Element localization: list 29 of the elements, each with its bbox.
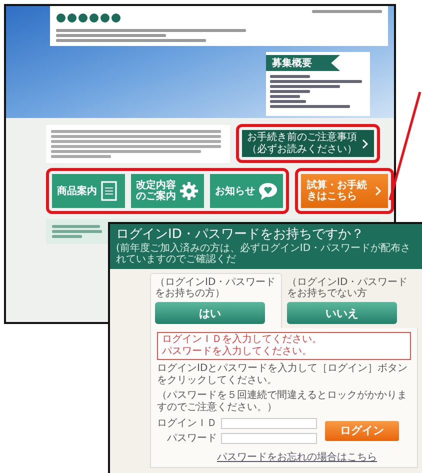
card-title: 募集概要 [266, 55, 340, 71]
dialog-title: ログインID・パスワードをお持ちですか？ [116, 227, 365, 242]
dialog-subtitle: (前年度ご加入済みの方は、必ずログインID・パスワードが配布されていますのでご確認くだ [116, 242, 412, 266]
option-tab[interactable]: （ログインID・パスワードをお持ちでない方 いいえ [282, 272, 414, 328]
gear-icon [179, 181, 199, 201]
notice-button[interactable]: お手続き前のご注意事項 （必ずお読みください） [242, 130, 374, 157]
field-label: パスワード [166, 432, 217, 446]
option-tab[interactable]: （ログインID・パスワードをお持ちの方） はい [150, 272, 282, 328]
input-field[interactable] [221, 418, 317, 429]
error-message: ログインＩＤを入力してください。 パスワードを入力してください。 [157, 332, 411, 360]
answer-button[interactable]: いいえ [287, 302, 397, 324]
login-button[interactable]: ログイン [325, 420, 399, 441]
nav-button[interactable]: 商品案内 [52, 174, 125, 208]
speech-bubble-icon [258, 181, 278, 201]
blurred-text-drawing [312, 10, 382, 13]
input-field[interactable] [221, 432, 317, 444]
nav-button[interactable]: 改定内容のご案内 [131, 174, 204, 208]
blurred-text-drawing [52, 225, 102, 238]
chevron-icon [361, 138, 369, 148]
quote-button[interactable]: 試算・お手続きはこちら [301, 174, 388, 208]
forgot-password-link[interactable]: パスワードをお忘れの場合はこちら [217, 450, 377, 464]
instruction-text: （パスワードを５回連続で間違えるとロックがかかりますのでご注意ください。） [157, 390, 408, 414]
logo-drawing [56, 13, 122, 23]
answer-button[interactable]: はい [155, 302, 265, 324]
chevron-icon [374, 186, 382, 196]
field-label: ログインＩＤ [157, 417, 217, 430]
document-icon [100, 181, 120, 201]
nav-button[interactable]: お知らせ [210, 174, 283, 208]
instruction-text: ログインIDとパスワードを入力して［ログイン］ボタンをクリックしてください。 [157, 363, 409, 388]
